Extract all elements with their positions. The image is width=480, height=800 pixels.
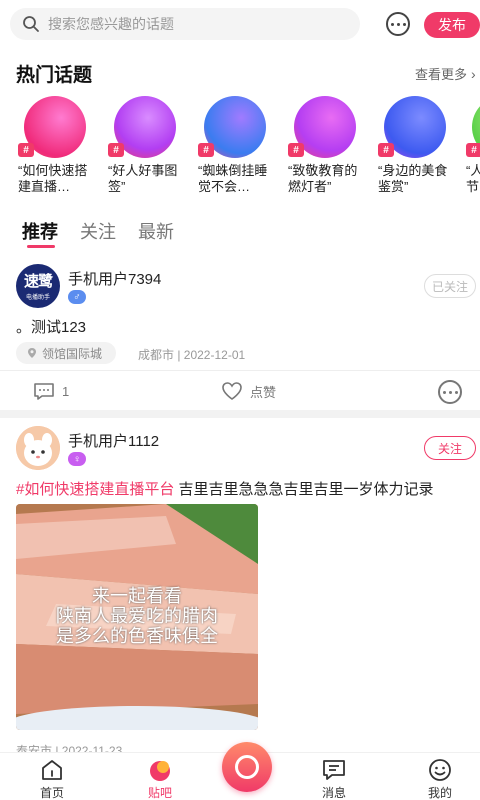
nav-home[interactable]: 首页 xyxy=(22,757,82,800)
nav-mine-label: 我的 xyxy=(427,786,452,800)
top-bar: 搜索您感兴趣的话题 发布 xyxy=(0,0,480,48)
nav-messages-label: 消息 xyxy=(321,786,346,800)
avatar-logo-subtext: 电播助手 xyxy=(25,295,50,301)
feed-tabs: 推荐 关注 最新 xyxy=(22,218,196,244)
more-options-icon[interactable] xyxy=(438,380,462,404)
post-meta: 成都市 | 2022-12-01 xyxy=(138,348,246,362)
topic-tag-link[interactable]: #如何快速搭建直播平台 xyxy=(16,481,174,498)
hash-icon: # xyxy=(198,143,214,157)
username[interactable]: 手机用户1112 xyxy=(68,430,159,451)
avatar[interactable] xyxy=(16,426,60,470)
follow-button[interactable]: 关注 xyxy=(424,436,476,460)
image-caption-line-3: 是多么的色香味俱全 xyxy=(56,626,218,646)
nav-mine[interactable]: 我的 xyxy=(410,757,470,800)
post-text: #如何快速搭建直播平台 吉里吉里急急急吉里吉里一岁体力记录 xyxy=(16,478,466,499)
active-tab-indicator xyxy=(27,245,55,248)
topic-label: “如何快速搭建直播… xyxy=(18,163,88,194)
search-icon xyxy=(23,16,39,32)
tab-latest[interactable]: 最新 xyxy=(138,218,174,244)
hash-icon: # xyxy=(378,143,394,157)
topic-label: “蜘蛛倒挂睡觉不会… xyxy=(198,163,268,194)
camera-ring-icon xyxy=(235,755,259,779)
view-more-link[interactable]: 查看更多 › xyxy=(415,64,476,83)
nav-tieba[interactable]: 贴吧 xyxy=(130,757,190,800)
divider xyxy=(0,370,480,371)
username[interactable]: 手机用户7394 xyxy=(68,268,161,289)
nav-messages[interactable]: 消息 xyxy=(304,757,364,800)
location-chip[interactable]: 领馆国际城 xyxy=(16,342,116,364)
like-button[interactable]: 点赞 xyxy=(220,376,276,406)
image-caption-line-1: 来一起看看 xyxy=(92,586,182,606)
tieba-icon xyxy=(150,761,170,781)
like-label: 点赞 xyxy=(250,384,277,400)
cartoon-avatar-image xyxy=(16,426,60,470)
tab-following[interactable]: 关注 xyxy=(80,218,116,244)
post-image[interactable]: 来一起看看 陕南人最爱吃的腊肉 是多么的色香味俱全 xyxy=(16,504,258,730)
chat-icon[interactable] xyxy=(386,12,410,36)
hash-icon: # xyxy=(108,143,124,157)
comment-icon xyxy=(34,383,54,400)
image-caption: 来一起看看 陕南人最爱吃的腊肉 是多么的色香味俱全 xyxy=(16,586,258,646)
hot-topics-list: # “如何快速搭建直播… # “好人好事图签” # “蜘蛛倒挂睡觉不会… # “… xyxy=(0,96,480,204)
hash-icon: # xyxy=(466,143,480,157)
post-actions: 1 点赞 xyxy=(0,376,480,408)
nav-tieba-label: 贴吧 xyxy=(147,786,172,800)
avatar[interactable]: 速鹭 电播助手 xyxy=(16,264,60,308)
male-icon: ♂ xyxy=(68,290,86,304)
nav-home-label: 首页 xyxy=(39,786,64,800)
female-icon: ♀ xyxy=(68,452,86,466)
hash-icon: # xyxy=(18,143,34,157)
comment-count: 1 xyxy=(62,383,70,399)
view-more-label: 查看更多 xyxy=(415,67,468,82)
followed-button[interactable]: 已关注 xyxy=(424,274,476,298)
avatar-logo-text: 速鹭 xyxy=(23,273,53,290)
smiley-icon xyxy=(429,759,451,781)
hot-topics-title: 热门话题 xyxy=(16,65,93,86)
tab-recommend[interactable]: 推荐 xyxy=(22,218,58,244)
search-placeholder: 搜索您感兴趣的话题 xyxy=(48,16,174,32)
chevron-right-icon: › xyxy=(471,65,476,82)
image-caption-line-2: 陕南人最爱吃的腊肉 xyxy=(56,606,218,626)
post-body: 吉里吉里急急急吉里吉里一岁体力记录 xyxy=(174,481,434,498)
camera-publish-button[interactable] xyxy=(222,742,272,792)
home-icon xyxy=(42,760,62,780)
search-input[interactable]: 搜索您感兴趣的话题 xyxy=(10,8,360,40)
post-separator xyxy=(0,410,480,418)
publish-button[interactable]: 发布 xyxy=(424,12,480,38)
hash-icon: # xyxy=(288,143,304,157)
message-icon xyxy=(323,760,345,780)
heart-icon xyxy=(222,382,242,400)
topic-label: “身边的美食鉴赏” xyxy=(378,163,448,194)
comment-button[interactable]: 1 xyxy=(32,376,69,406)
location-label: 领馆国际城 xyxy=(42,346,103,361)
topic-label: “人节 xyxy=(466,163,480,194)
topic-label: “好人好事图签” xyxy=(108,163,178,194)
location-pin-icon xyxy=(28,348,36,358)
topic-label: “致敬教育的燃灯者” xyxy=(288,163,358,194)
post-text: 。测试123 xyxy=(16,319,87,336)
